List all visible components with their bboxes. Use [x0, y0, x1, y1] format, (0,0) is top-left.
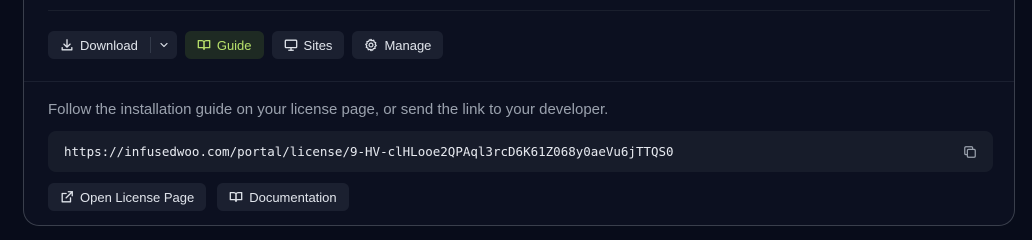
- open-license-page-button[interactable]: Open License Page: [48, 183, 207, 211]
- book-open-icon: [229, 190, 243, 204]
- open-license-page-label: Open License Page: [80, 189, 195, 205]
- documentation-button[interactable]: Documentation: [217, 183, 349, 211]
- download-button[interactable]: Download: [48, 31, 150, 59]
- book-open-icon: [197, 38, 211, 52]
- download-options-button[interactable]: [151, 31, 177, 59]
- download-label: Download: [80, 37, 138, 53]
- monitor-icon: [284, 38, 298, 52]
- chevron-down-icon: [158, 39, 170, 51]
- copy-icon[interactable]: [963, 145, 977, 159]
- help-text: Follow the installation guide on your li…: [48, 101, 609, 118]
- toolbar: Download Guide Sites Manage: [48, 31, 444, 59]
- manage-button[interactable]: Manage: [352, 31, 444, 59]
- documentation-label: Documentation: [249, 189, 337, 205]
- sites-button[interactable]: Sites: [271, 31, 345, 59]
- section-divider: [24, 81, 1014, 82]
- download-split-button: Download: [48, 31, 177, 59]
- top-divider: [48, 10, 990, 11]
- license-card: Download Guide Sites Manage Follow the i…: [23, 0, 1015, 226]
- guide-label: Guide: [216, 37, 252, 53]
- guide-button[interactable]: Guide: [184, 31, 264, 59]
- license-url-box: https://infusedwoo.com/portal/license/9-…: [48, 131, 993, 172]
- gear-icon: [364, 38, 378, 52]
- external-link-icon: [60, 190, 74, 204]
- license-url: https://infusedwoo.com/portal/license/9-…: [64, 144, 674, 159]
- manage-label: Manage: [384, 37, 432, 53]
- sites-label: Sites: [303, 37, 333, 53]
- link-buttons: Open License Page Documentation: [48, 183, 349, 211]
- download-icon: [60, 38, 74, 52]
